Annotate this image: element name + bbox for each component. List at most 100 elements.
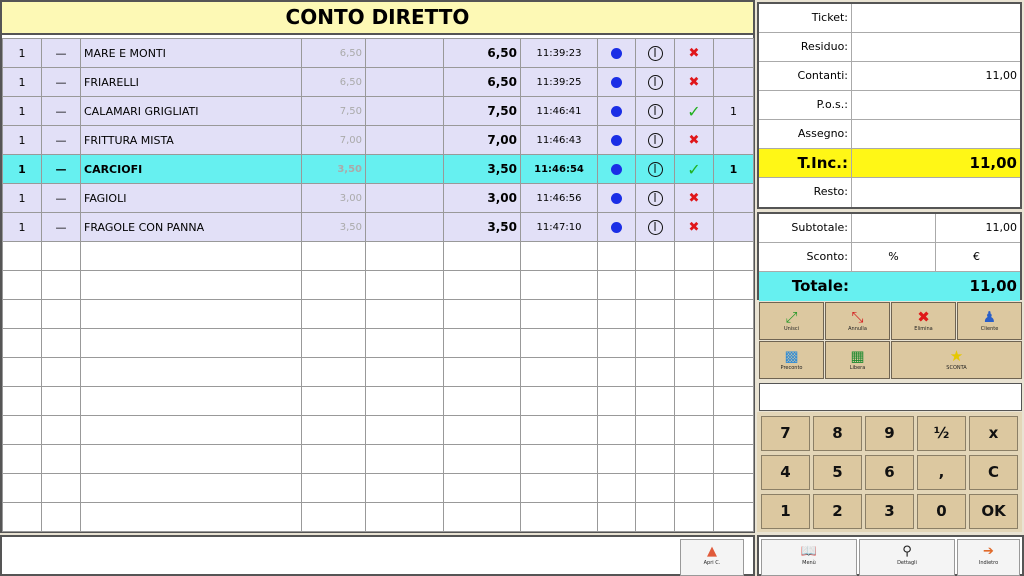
timer-cell[interactable]: | [635, 212, 675, 242]
preconto-button[interactable]: ▩ Preconto [759, 341, 824, 379]
key-half[interactable]: ½ [917, 416, 966, 451]
empty-cell [301, 270, 366, 300]
status-cell[interactable] [597, 38, 636, 68]
close-icon: ✖ [688, 190, 700, 206]
timer-cell[interactable]: | [635, 96, 675, 126]
empty-cell [674, 241, 714, 271]
dettagli-button[interactable]: ⚲ Dettagli [859, 539, 955, 576]
order-row[interactable]: 1— FRIARELLI 6,50 6,50 11:39:25 | ✖ [2, 67, 754, 97]
key-comma[interactable]: , [917, 455, 966, 490]
empty-cell [41, 357, 81, 387]
key-clear[interactable]: C [969, 455, 1018, 490]
empty-cell [80, 299, 302, 329]
ticket-value[interactable] [852, 4, 1020, 32]
empty-row[interactable] [2, 328, 754, 358]
key-7[interactable]: 7 [761, 416, 810, 451]
key-ok[interactable]: OK [969, 494, 1018, 529]
status-cell[interactable] [597, 183, 636, 213]
assegno-row[interactable]: Assegno: [759, 120, 1020, 149]
order-row[interactable]: 1— FAGIOLI 3,00 3,00 11:46:56 | ✖ [2, 183, 754, 213]
key-9[interactable]: 9 [865, 416, 914, 451]
unit-price: 7,50 [301, 96, 366, 126]
timer-cell[interactable]: | [635, 67, 675, 97]
empty-cell [674, 299, 714, 329]
sconto-button[interactable]: ★ SCONTA [891, 341, 1022, 379]
dash-cell: — [41, 96, 81, 126]
key-5[interactable]: 5 [813, 455, 862, 490]
key-3[interactable]: 3 [865, 494, 914, 529]
key-2[interactable]: 2 [813, 494, 862, 529]
page-title: CONTO DIRETTO [2, 2, 753, 35]
empty-row[interactable] [2, 444, 754, 474]
order-row[interactable]: 1— CALAMARI GRIGLIATI 7,50 7,50 11:46:41 | ✓ 1 [2, 96, 754, 126]
empty-row[interactable] [2, 241, 754, 271]
sent-cell[interactable]: ✖ [674, 183, 714, 213]
status-cell[interactable] [597, 96, 636, 126]
status-cell[interactable] [597, 67, 636, 97]
status-cell[interactable] [597, 212, 636, 242]
amount-input[interactable] [759, 383, 1022, 411]
residuo-row[interactable]: Residuo: [759, 33, 1020, 62]
sent-cell[interactable]: ✖ [674, 38, 714, 68]
ticket-row[interactable]: Ticket: [759, 4, 1020, 33]
menu-button[interactable]: 📖 Menù [761, 539, 857, 576]
timer-cell[interactable]: | [635, 125, 675, 155]
empty-cell [41, 386, 81, 416]
empty-cell [41, 299, 81, 329]
empty-row[interactable] [2, 473, 754, 503]
pos-row[interactable]: P.o.s.: [759, 91, 1020, 120]
contanti-value[interactable]: 11,00 [852, 62, 1020, 90]
elimina-button[interactable]: ✖ Elimina [891, 302, 956, 340]
empty-cell [365, 357, 444, 387]
residuo-value[interactable] [852, 33, 1020, 61]
order-row[interactable]: 1— FRAGOLE CON PANNA 3,50 3,50 11:47:10 | ✖ [2, 212, 754, 242]
dash-cell: — [41, 183, 81, 213]
sent-cell[interactable]: ✓ [674, 96, 714, 126]
key-4[interactable]: 4 [761, 455, 810, 490]
empty-row[interactable] [2, 357, 754, 387]
key-8[interactable]: 8 [813, 416, 862, 451]
libera-button[interactable]: ▦ Libera [825, 341, 890, 379]
indietro-button[interactable]: ➔ Indietro [957, 539, 1020, 576]
key-1[interactable]: 1 [761, 494, 810, 529]
sconto-percent[interactable]: % [852, 243, 936, 271]
sent-cell[interactable]: ✖ [674, 212, 714, 242]
annulla-button[interactable]: ⤡ Annulla [825, 302, 890, 340]
key-0[interactable]: 0 [917, 494, 966, 529]
sent-cell[interactable]: ✖ [674, 125, 714, 155]
empty-row[interactable] [2, 502, 754, 532]
empty-row[interactable] [2, 299, 754, 329]
empty-cell [674, 502, 714, 532]
order-row[interactable]: 1— FRITTURA MISTA 7,00 7,00 11:46:43 | ✖ [2, 125, 754, 155]
empty-cell [80, 241, 302, 271]
blank-cell [365, 96, 444, 126]
empty-cell [520, 415, 598, 445]
contanti-row[interactable]: Contanti: 11,00 [759, 62, 1020, 91]
timer-cell[interactable]: | [635, 154, 675, 184]
apri-cassetto-button[interactable]: ▲ Apri C. [680, 539, 744, 576]
dot-icon [611, 106, 622, 117]
status-cell[interactable] [597, 154, 636, 184]
empty-cell [365, 299, 444, 329]
tinc-value: 11,00 [852, 149, 1020, 177]
empty-cell [520, 502, 598, 532]
unisci-button[interactable]: ⤢ Unisci [759, 302, 824, 340]
empty-row[interactable] [2, 386, 754, 416]
sconto-euro[interactable]: € [936, 243, 1020, 271]
assegno-value[interactable] [852, 120, 1020, 148]
timer-cell[interactable]: | [635, 183, 675, 213]
empty-row[interactable] [2, 415, 754, 445]
empty-row[interactable] [2, 270, 754, 300]
empty-cell [713, 357, 754, 387]
key-6[interactable]: 6 [865, 455, 914, 490]
pos-value[interactable] [852, 91, 1020, 119]
key-times[interactable]: x [969, 416, 1018, 451]
sent-cell[interactable]: ✓ [674, 154, 714, 184]
cliente-button[interactable]: ♟ Cliente [957, 302, 1022, 340]
order-row[interactable]: 1— CARCIOFI 3,50 3,50 11:46:54 | ✓ 1 [2, 154, 754, 184]
timer-cell[interactable]: | [635, 38, 675, 68]
empty-cell [635, 299, 675, 329]
sent-cell[interactable]: ✖ [674, 67, 714, 97]
order-row[interactable]: 1— MARE E MONTI 6,50 6,50 11:39:23 | ✖ [2, 38, 754, 68]
status-cell[interactable] [597, 125, 636, 155]
